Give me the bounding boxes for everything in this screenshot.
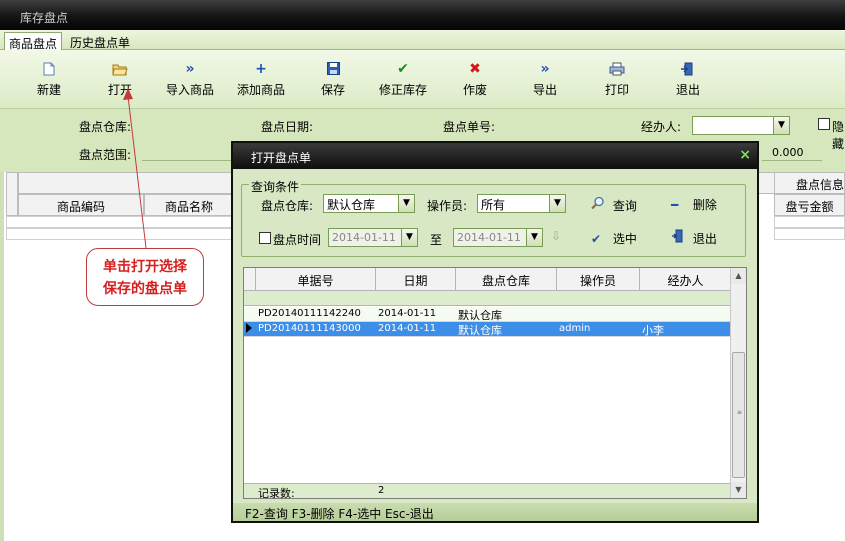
- row-operator: admin: [559, 323, 591, 334]
- search-icon: [591, 196, 609, 213]
- row-handler: 小李: [642, 324, 664, 337]
- record-count-label: 记录数:: [258, 487, 295, 500]
- dialog-title: 打开盘点单: [251, 151, 312, 165]
- date-from-value: 2014-01-11: [332, 231, 396, 244]
- callout-line-1: 单击打开选择: [103, 259, 187, 275]
- grip-icon: ≡: [737, 409, 743, 416]
- query-button-label: 查询: [612, 199, 637, 213]
- minus-icon: ━: [671, 198, 679, 212]
- close-icon[interactable]: ×: [739, 147, 751, 163]
- scroll-up-icon[interactable]: ▲: [731, 268, 746, 284]
- col-handler[interactable]: 经办人: [640, 268, 732, 291]
- table-row[interactable]: PD20140111142240 2014-01-11 默认仓库: [244, 307, 732, 322]
- dialog-exit-button-label: 退出: [692, 232, 717, 246]
- dialog-warehouse-select[interactable]: 默认仓库 ▼: [323, 194, 415, 213]
- stocktake-list-grid[interactable]: 单据号 日期 盘点仓库 操作员 经办人 PD20140111142240 201…: [243, 267, 747, 500]
- dialog-title-bar: 打开盘点单 ×: [233, 143, 757, 169]
- chevron-down-icon: ▼: [401, 229, 417, 246]
- col-operator[interactable]: 操作员: [557, 268, 640, 291]
- select-button-label: 选中: [612, 232, 637, 246]
- chevron-down-icon: ▼: [526, 229, 542, 246]
- delete-button[interactable]: ━ 删除: [671, 196, 717, 213]
- table-row-selected[interactable]: PD20140111143000 2014-01-11 默认仓库 admin 小…: [244, 322, 732, 337]
- chevron-down-icon: ▼: [549, 195, 565, 212]
- dialog-operator-label: 操作员:: [427, 199, 468, 213]
- record-count-value: 2: [378, 485, 385, 496]
- row-order-no: PD20140111143000: [258, 323, 361, 334]
- open-stocktake-dialog: 打开盘点单 × 查询条件 盘点仓库: 默认仓库 ▼ 操作员: 所有 ▼ 查询 ━…: [231, 141, 759, 523]
- row-date: 2014-01-11: [378, 308, 437, 319]
- row-warehouse: 默认仓库: [458, 309, 502, 322]
- date-to-value: 2014-01-11: [457, 231, 521, 244]
- dialog-warehouse-value: 默认仓库: [327, 198, 376, 212]
- annotation-callout: 单击打开选择 保存的盘点单: [86, 248, 204, 306]
- grid-vertical-scrollbar[interactable]: ▲ ≡ ▼: [730, 268, 746, 498]
- check-icon: ✔: [591, 232, 602, 246]
- callout-line-2: 保存的盘点单: [103, 281, 187, 297]
- arrow-down-icon: ⇩: [551, 229, 562, 243]
- row-date: 2014-01-11: [378, 323, 437, 334]
- row-order-no: PD20140111142240: [258, 308, 361, 319]
- query-conditions-label: 查询条件: [249, 178, 302, 195]
- current-row-pointer-icon: [246, 323, 252, 333]
- dialog-warehouse-label: 盘点仓库:: [261, 199, 314, 213]
- col-order-no[interactable]: 单据号: [256, 268, 376, 291]
- date-to-label: 至: [430, 233, 443, 247]
- date-filter-label: 盘点时间: [273, 233, 322, 247]
- col-warehouse[interactable]: 盘点仓库: [456, 268, 557, 291]
- date-filter-checkbox[interactable]: [259, 232, 271, 244]
- date-to-select[interactable]: 2014-01-11 ▼: [453, 228, 543, 247]
- grid-filter-row[interactable]: [244, 291, 732, 306]
- scroll-down-icon[interactable]: ▼: [731, 482, 746, 498]
- row-header-column: [244, 268, 256, 291]
- dialog-exit-button[interactable]: 退出: [671, 229, 717, 247]
- chevron-down-icon: ▼: [398, 195, 414, 212]
- col-date[interactable]: 日期: [376, 268, 456, 291]
- date-from-select[interactable]: 2014-01-11 ▼: [328, 228, 418, 247]
- exit-door-icon: [671, 229, 689, 246]
- row-warehouse: 默认仓库: [458, 324, 502, 337]
- query-button[interactable]: 查询: [591, 196, 637, 214]
- dialog-status-bar: F2-查询 F3-删除 F4-选中 Esc-退出: [233, 503, 757, 521]
- scrollbar-thumb[interactable]: ≡: [732, 352, 745, 478]
- delete-button-label: 删除: [692, 198, 717, 212]
- select-button[interactable]: ✔ 选中: [591, 230, 637, 247]
- grid-footer-row: 记录数: 2: [244, 483, 732, 500]
- dialog-operator-select[interactable]: 所有 ▼: [477, 194, 566, 213]
- dialog-operator-value: 所有: [481, 198, 506, 212]
